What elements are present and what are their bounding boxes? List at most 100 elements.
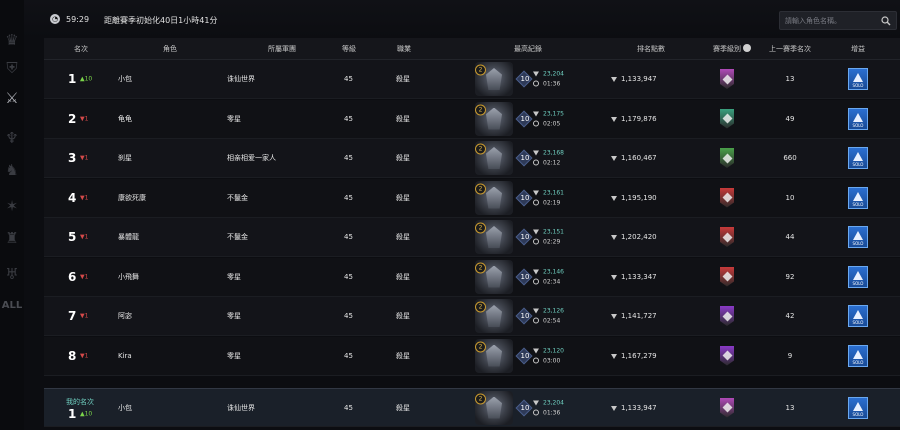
season-tier-emblem[interactable] (720, 148, 734, 168)
character-name[interactable]: Kira (118, 352, 132, 360)
trophy-icon (611, 116, 617, 122)
solo-buff-badge[interactable]: SOLO (848, 305, 868, 327)
solo-buff-badge[interactable]: SOLO (848, 186, 868, 209)
category-all[interactable]: ALL (1, 300, 23, 311)
tier-gem-icon (722, 350, 732, 361)
rank-change: ▼1 (80, 115, 89, 122)
rank-change: ▲10 (80, 75, 93, 83)
clock-icon (533, 159, 539, 166)
buff-emblem-icon (853, 231, 863, 240)
character-name[interactable]: 康欲死康 (118, 193, 146, 203)
portrait-badge: 2 (475, 341, 486, 352)
solo-buff-badge[interactable]: SOLO (848, 107, 868, 130)
record-time-value: 01:36 (543, 80, 561, 88)
character-name[interactable]: 刹星 (118, 153, 132, 163)
table-row[interactable]: 6 ▼1 小飛舞 零星 45 殺星 2 10 23,146 02:34 1,133,347 92 SOL… (44, 257, 900, 297)
buff-label: SOLO (852, 411, 864, 417)
helmet-icon (486, 344, 502, 367)
character-name[interactable]: 小包 (118, 74, 132, 84)
character-name[interactable]: 小飛舞 (118, 272, 139, 282)
rank-number: 5 (68, 230, 77, 244)
previous-season-rank: 92 (785, 272, 795, 281)
my-rank-row[interactable]: 我的名次 1 ▲10 小包 诛仙世界 45 殺星 2 10 23,204 01:36 1,133,94… (44, 388, 900, 427)
table-row[interactable]: 1 ▲10 小包 诛仙世界 45 殺星 2 10 23,204 01:36 1,133,947 13 S… (44, 60, 900, 99)
season-tier-emblem[interactable] (720, 227, 734, 247)
wings-icon[interactable]: ♆ (2, 128, 22, 148)
buff-emblem-icon (853, 73, 863, 82)
record-score-value: 23,126 (543, 307, 564, 315)
character-name[interactable]: 龟龟 (118, 114, 132, 124)
my-rank-label: 我的名次 (66, 397, 94, 406)
table-row[interactable]: 7 ▼1 阿宓 零星 45 殺星 2 10 23,126 02:54 1,141,727 42 SOLO (44, 297, 900, 336)
ranking-points: 1,133,347 (611, 273, 657, 281)
record-score-value: 23,204 (543, 399, 564, 406)
season-tier-emblem[interactable] (720, 345, 734, 366)
season-tier-emblem[interactable] (720, 397, 734, 418)
previous-season-rank: 49 (785, 114, 795, 123)
level-value: 45 (344, 154, 353, 162)
season-tier-emblem[interactable] (720, 306, 734, 326)
ranking-points-value: 1,202,420 (621, 233, 657, 241)
table-row[interactable]: 5 ▼1 暴體龍 不鬣金 45 殺星 2 10 23,151 02:29 1,202,420 44 SO… (44, 218, 900, 257)
ranking-points-value: 1,141,727 (621, 312, 657, 320)
character-name[interactable]: 阿宓 (118, 311, 132, 321)
col-prev-rank: 上一賽季名次 (769, 45, 811, 53)
season-reset-text: 距離賽季初始化40日1小時41分 (104, 16, 218, 25)
star-icon[interactable]: ✶ (2, 196, 22, 216)
search-icon[interactable] (881, 16, 891, 26)
table-row[interactable]: 3 ▼1 刹星 相亲相爱一家人 45 殺星 2 10 23,168 02:12 1,160,467 6… (44, 139, 900, 178)
rank-change: ▼1 (80, 233, 89, 241)
record-score-value: 23,151 (543, 228, 564, 236)
trophy-icon (533, 308, 539, 314)
table-row[interactable]: 8 ▼1 Kira 零星 45 殺星 2 10 23,120 03:00 1,167,279 9 SOL… (44, 336, 900, 376)
solo-buff-badge[interactable]: SOLO (848, 68, 868, 90)
table-row[interactable]: 4 ▼1 康欲死康 不鬣金 45 殺星 2 10 23,161 02:19 1,195,190 10 S… (44, 178, 900, 218)
trophy-icon (611, 235, 617, 240)
trophy-icon (533, 150, 539, 156)
ranking-points: 1,160,467 (611, 154, 657, 162)
trophy-icon (611, 274, 617, 280)
previous-season-rank: 13 (785, 403, 795, 412)
helmet-icon (486, 265, 502, 288)
monster-icon[interactable]: ♜ (2, 228, 22, 248)
solo-buff-badge[interactable]: SOLO (848, 344, 868, 367)
info-icon[interactable] (743, 44, 751, 52)
record-score: 23,204 (533, 71, 564, 78)
crossed-swords-icon[interactable]: ⚔ (2, 88, 22, 108)
season-tier-emblem[interactable] (720, 108, 734, 129)
solo-buff-badge[interactable]: SOLO (848, 396, 868, 419)
record-time-value: 02:54 (543, 317, 561, 325)
season-tier-emblem[interactable] (720, 266, 734, 287)
tier-gem-icon (722, 192, 732, 203)
solo-buff-badge[interactable]: SOLO (848, 265, 868, 288)
character-name[interactable]: 暴體龍 (118, 232, 139, 242)
helmet-icon[interactable]: ♞ (2, 160, 22, 180)
horns-icon[interactable]: ♅ (2, 264, 22, 284)
col-season-tier: 賽季級別 (713, 44, 751, 54)
previous-season-rank: 42 (785, 312, 795, 320)
season-tier-emblem[interactable] (720, 69, 734, 89)
helmet-icon (486, 147, 502, 169)
record-time: 02:05 (533, 120, 560, 127)
portrait-badge: 2 (475, 393, 486, 404)
season-tier-emblem[interactable] (720, 187, 734, 208)
solo-buff-badge[interactable]: SOLO (848, 226, 868, 248)
shield-icon[interactable]: ⛨ (2, 58, 22, 78)
search-input[interactable] (785, 14, 875, 28)
table-row[interactable]: 2 ▼1 龟龟 零星 45 殺星 2 10 23,175 02:05 1,179,876 49 SOLO (44, 99, 900, 139)
ranking-points: 1,179,876 (611, 115, 657, 123)
solo-buff-badge[interactable]: SOLO (848, 147, 868, 169)
category-sidebar: ♛ ⛨ ⚔ ♆ ♞ ✶ ♜ ♅ ALL (0, 0, 24, 430)
rank-number: 3 (68, 151, 77, 165)
clock-icon (533, 317, 539, 324)
clock-icon (533, 357, 539, 363)
crown-icon[interactable]: ♛ (2, 30, 22, 50)
table-header: 名次 角色 所屬軍團 等級 職業 最高紀錄 排名點數 賽季級別 上一賽季名次 增… (44, 38, 900, 60)
trophy-icon (533, 348, 539, 353)
clock-icon (533, 199, 539, 205)
clock-icon (533, 120, 539, 126)
character-name[interactable]: 小包 (118, 403, 132, 413)
level-value: 45 (344, 75, 353, 83)
previous-season-rank: 9 (787, 351, 793, 360)
helmet-icon (486, 68, 502, 90)
